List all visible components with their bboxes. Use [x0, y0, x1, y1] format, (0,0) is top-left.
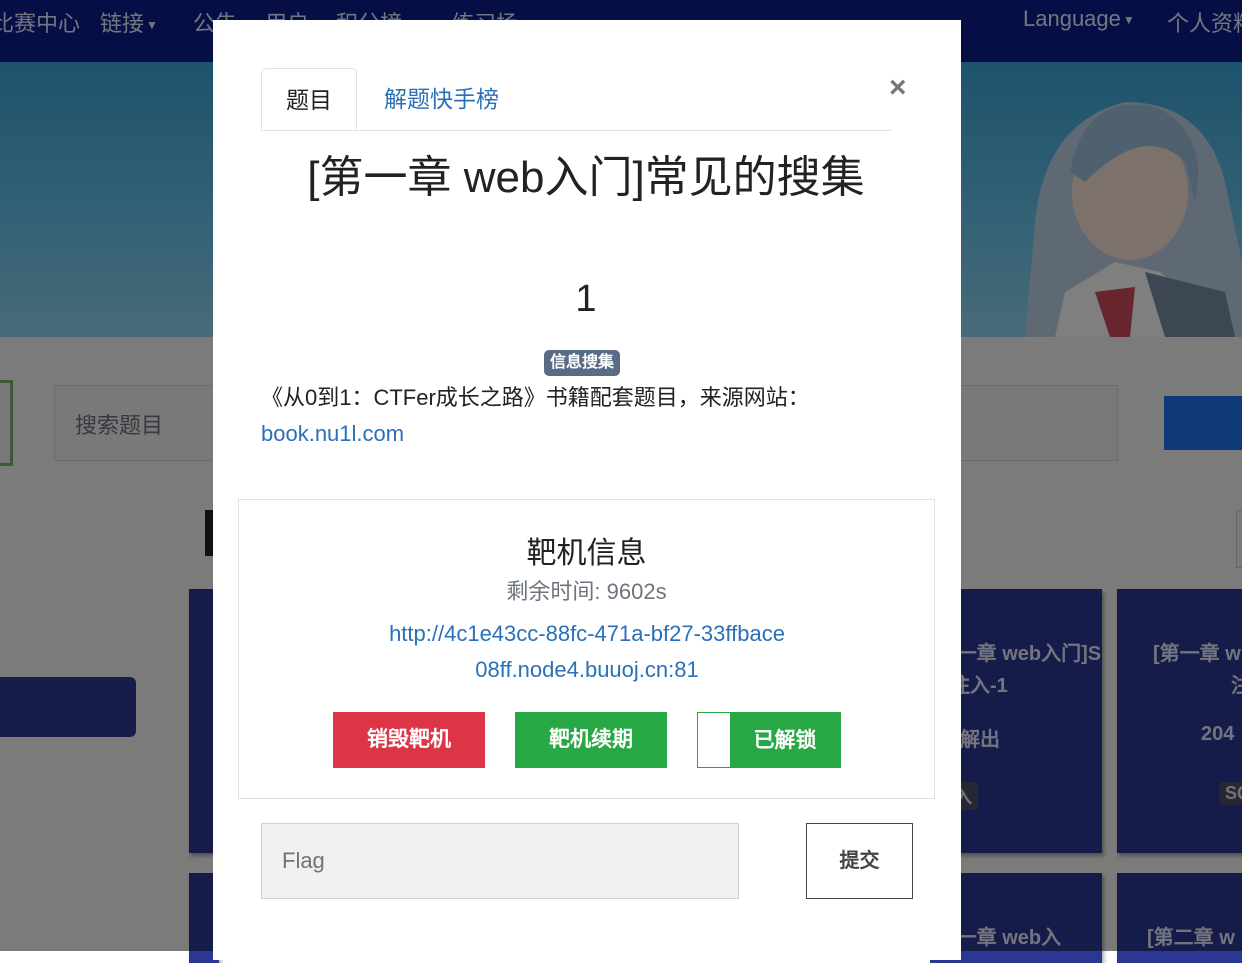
- challenge-modal: 题目 解题快手榜 × [第一章 web入门]常见的搜集 1 信息搜集 《从0到1…: [213, 20, 961, 960]
- tab-fastest-solvers[interactable]: 解题快手榜: [360, 68, 523, 130]
- target-machine-panel: 靶机信息 剩余时间: 9602s http://4c1e43cc-88fc-47…: [238, 499, 935, 799]
- challenge-title: [第一章 web入门]常见的搜集: [307, 153, 865, 202]
- description-text: 《从0到1：CTFer成长之路》书籍配套题目，来源网站：: [261, 385, 810, 410]
- unlocked-label: 已解锁: [753, 729, 817, 752]
- renew-target-button[interactable]: 靶机续期: [515, 712, 667, 768]
- modal-tabs: 题目 解题快手榜: [261, 68, 891, 131]
- submit-button[interactable]: 提交: [806, 823, 913, 899]
- challenge-points: 1: [575, 278, 597, 320]
- destroy-target-button[interactable]: 销毁靶机: [333, 712, 485, 768]
- category-badge: 信息搜集: [544, 350, 621, 376]
- target-url-link[interactable]: http://4c1e43cc-88fc-471a-bf27-33ffbace0…: [387, 616, 787, 688]
- close-icon[interactable]: ×: [889, 68, 907, 108]
- tab-challenge[interactable]: 题目: [261, 68, 357, 130]
- toggle-knob: [698, 713, 730, 767]
- target-title: 靶机信息: [526, 537, 647, 570]
- description-link[interactable]: book.nu1l.com: [261, 421, 404, 446]
- challenge-description: 《从0到1：CTFer成长之路》书籍配套题目，来源网站： book.nu1l.c…: [261, 380, 901, 452]
- time-remaining: 剩余时间: 9602s: [506, 579, 667, 604]
- unlocked-toggle[interactable]: 已解锁: [697, 712, 841, 768]
- flag-input[interactable]: [261, 823, 739, 899]
